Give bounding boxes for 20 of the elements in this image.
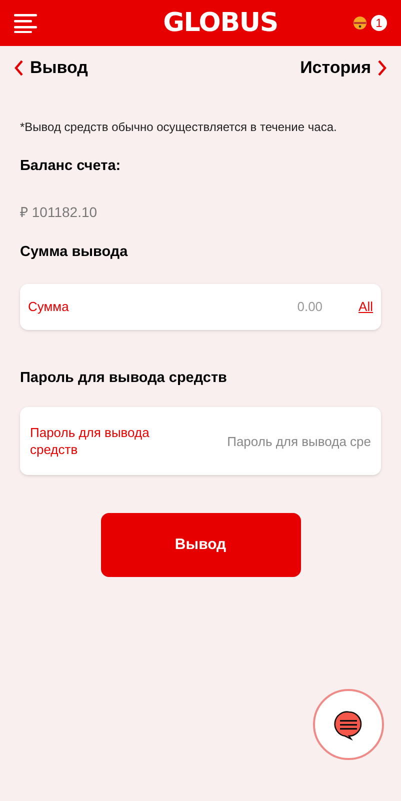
back-button[interactable]: Вывод [14,55,88,81]
logo: GLOBUS [163,10,278,36]
chat-bubble-icon [332,708,364,740]
withdraw-button[interactable]: Вывод [100,513,300,578]
menu-icon[interactable] [14,12,38,34]
bell-icon[interactable] [353,16,367,30]
chevron-right-icon [377,59,387,77]
notice-text: *Вывод средств обычно осуществляется в течение часа. [20,119,338,136]
amount-input[interactable]: 0.00 [118,296,323,316]
notification-badge: 1 [371,15,387,31]
all-link[interactable]: All [358,296,373,316]
password-label: Пароль для вывода средств [20,368,228,388]
chevron-left-icon [14,59,24,77]
password-input[interactable]: Пароль для вывода сре [188,432,371,451]
amount-field-label: Сумма [28,298,70,316]
password-field-label: Пароль для вывода средств [30,424,150,458]
history-link[interactable]: История [300,55,387,81]
balance-value: ₽ 101182.10 [20,202,98,222]
amount-label: Сумма вывода [20,242,129,262]
balance-label: Баланс счета: [20,157,122,176]
